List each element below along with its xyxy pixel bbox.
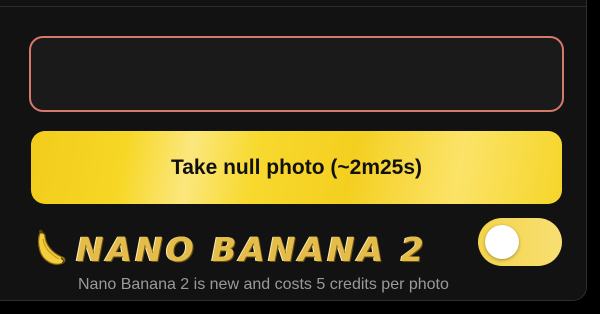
take-photo-button[interactable]: Take null photo (~2m25s) (31, 131, 562, 204)
prompt-input[interactable] (29, 36, 564, 112)
nano-banana-row: NANO BANANA 2 (34, 226, 427, 272)
toggle-knob[interactable] (485, 225, 519, 259)
nano-banana-title: NANO BANANA 2 (76, 229, 427, 269)
nano-banana-toggle[interactable] (478, 218, 562, 266)
panel-top-edge (0, 0, 586, 7)
nano-banana-caption: Nano Banana 2 is new and costs 5 credits… (78, 276, 449, 293)
banana-icon (37, 229, 66, 265)
photo-panel: Take null photo (~2m25s) NANO BANANA 2 N… (0, 0, 587, 301)
